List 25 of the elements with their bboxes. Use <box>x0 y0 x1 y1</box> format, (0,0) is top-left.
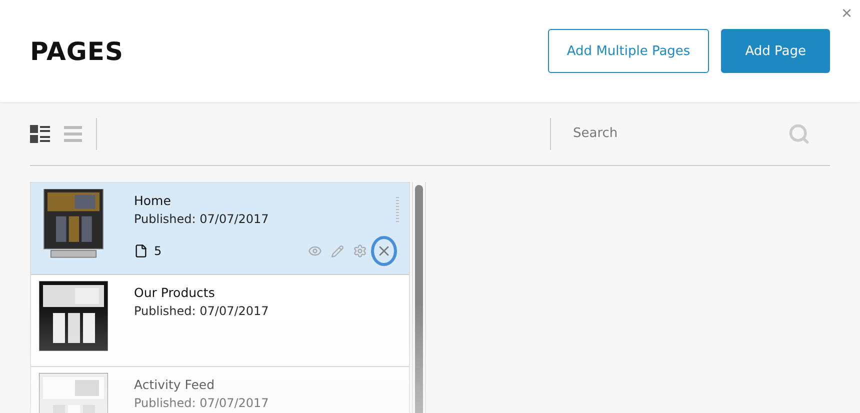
published-date: Published: 07/07/2017 <box>134 212 270 226</box>
edit-icon[interactable] <box>331 244 344 258</box>
search-icon <box>788 122 810 144</box>
page-row[interactable]: Activity Feed Published: 07/07/2017 <box>31 367 409 413</box>
page-title: PAGES <box>30 36 124 66</box>
preview-icon[interactable] <box>308 244 322 258</box>
drag-handle[interactable] <box>396 197 399 223</box>
list-view-icon[interactable] <box>64 124 82 142</box>
delete-button[interactable] <box>371 236 397 266</box>
subpage-count: 5 <box>154 244 163 258</box>
add-multiple-pages-button[interactable]: Add Multiple Pages <box>548 29 710 73</box>
page-name: Our Products <box>134 285 216 300</box>
page-row[interactable]: Our Products Published: 07/07/2017 <box>31 275 409 367</box>
settings-icon[interactable] <box>353 244 367 258</box>
page-name: Activity Feed <box>134 377 216 392</box>
add-page-button[interactable]: Add Page <box>721 29 830 73</box>
close-button[interactable]: × <box>841 4 852 22</box>
published-date: Published: 07/07/2017 <box>134 304 270 318</box>
scrollbar[interactable] <box>415 185 423 413</box>
page-row[interactable]: Home Published: 07/07/2017 5 <box>31 183 409 275</box>
document-icon <box>134 244 148 258</box>
thumbnail-view-icon[interactable] <box>30 124 50 142</box>
page-name: Home <box>134 193 172 208</box>
search-field[interactable]: Search <box>571 125 788 142</box>
published-date: Published: 07/07/2017 <box>134 396 270 410</box>
